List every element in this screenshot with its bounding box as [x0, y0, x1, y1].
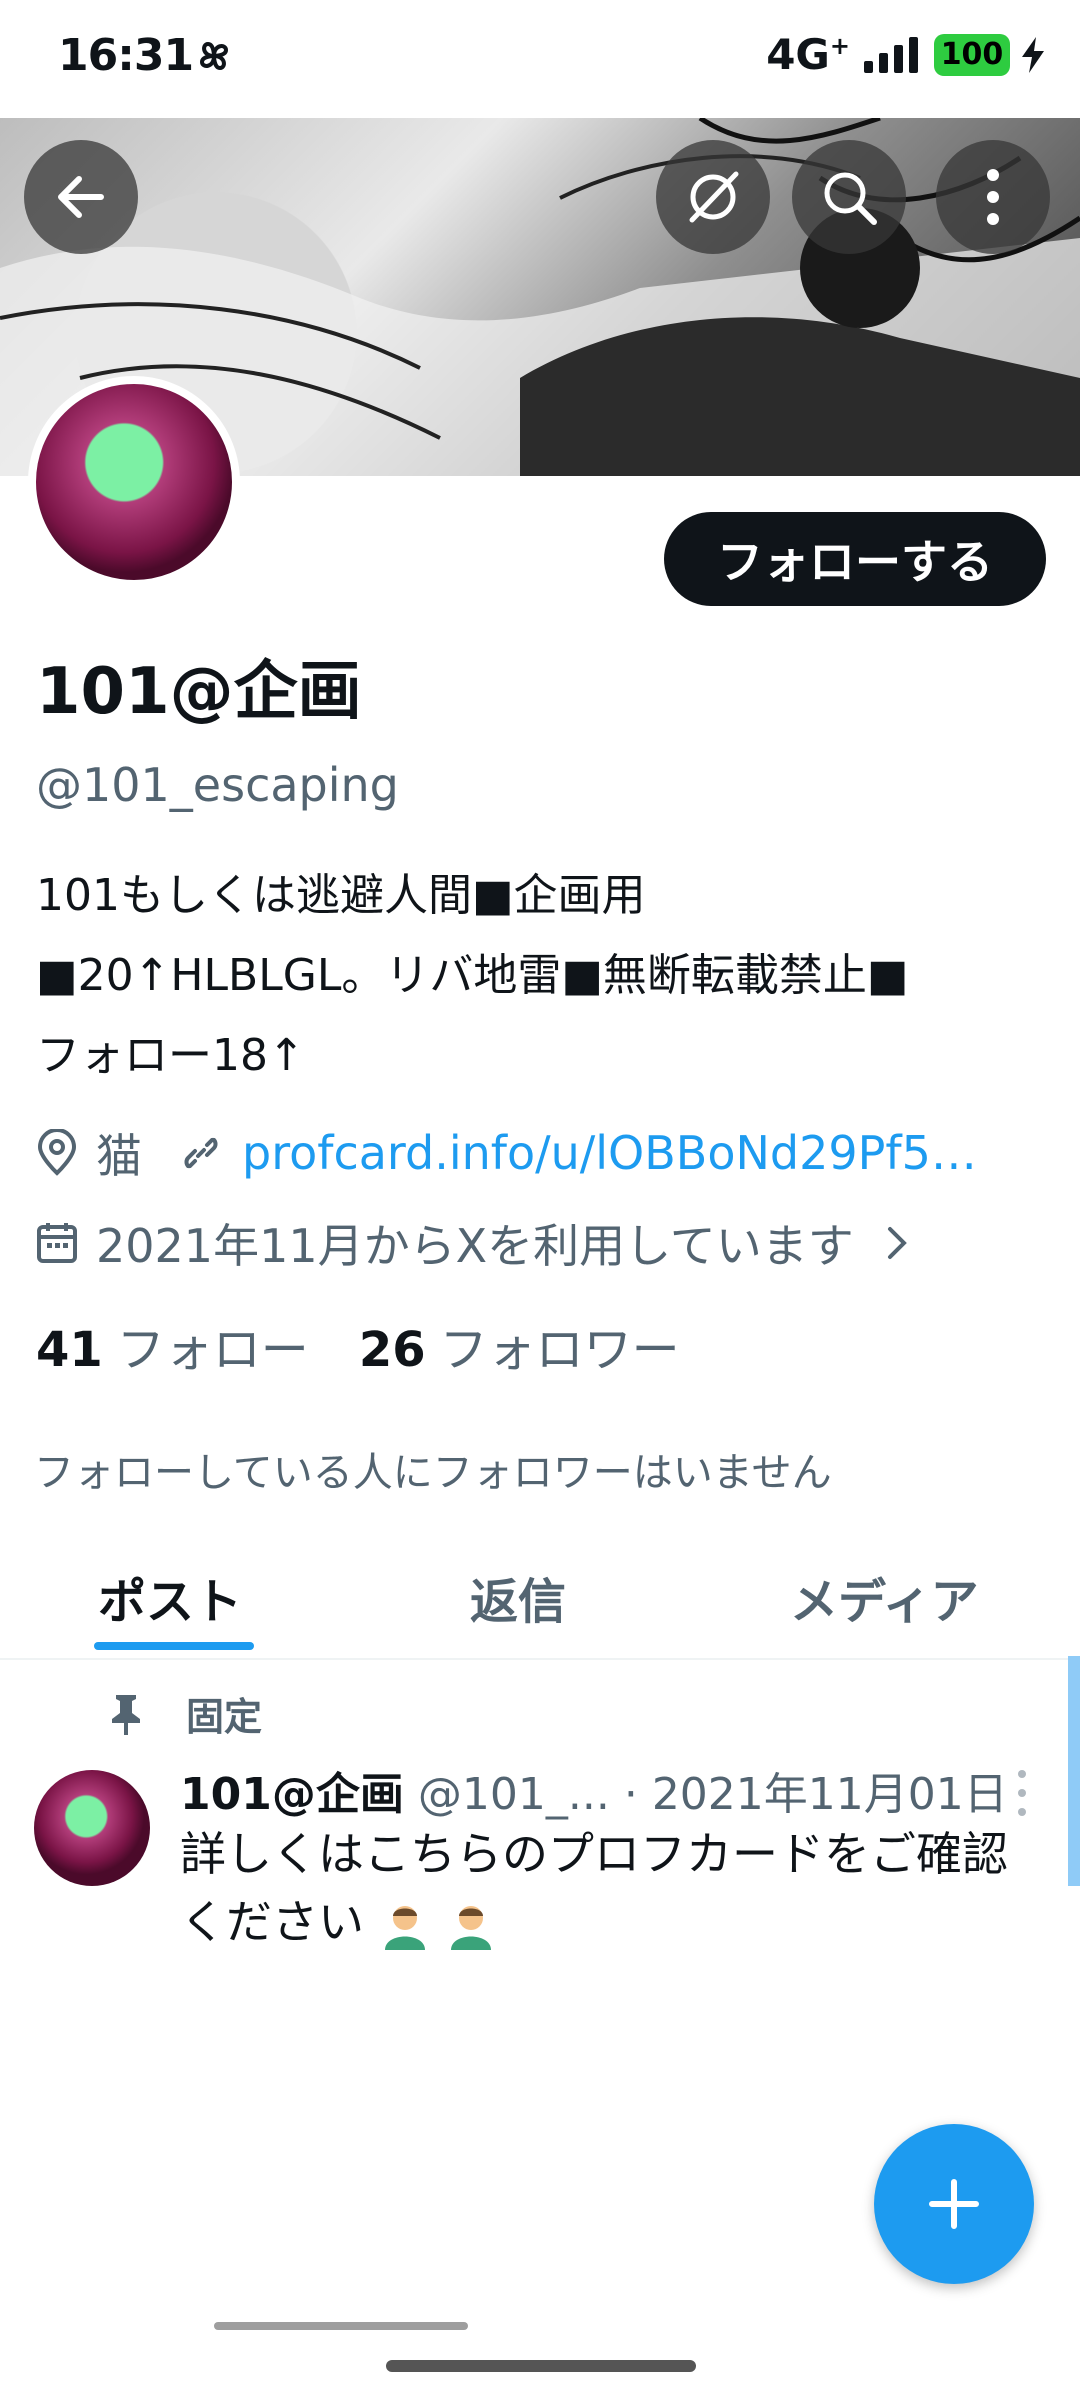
followers-you-know: フォローしている人にフォロワーはいません: [34, 1450, 832, 1496]
post-date: 2021年11月01日: [651, 1769, 1008, 1820]
search-button[interactable]: [792, 140, 906, 254]
tab-media[interactable]: メディア: [790, 1562, 979, 1632]
arrow-left-icon: [58, 176, 104, 218]
follow-button[interactable]: フォローする: [664, 512, 1046, 606]
calendar-icon: [37, 1223, 77, 1263]
tab-posts[interactable]: ポスト: [98, 1562, 242, 1632]
following-count-link[interactable]: 41 フォロー: [36, 1310, 309, 1380]
post-author-handle: @101_...: [417, 1769, 610, 1820]
chevron-right-icon: [887, 1227, 907, 1259]
post-header[interactable]: 101@企画 @101_... · 2021年11月01日: [180, 1758, 1008, 1822]
grok-button[interactable]: [656, 140, 770, 254]
person-bowing-emoji-icon: [384, 1905, 425, 1950]
scroll-hint-bar: [214, 2322, 468, 2330]
battery-indicator: 100: [934, 33, 1010, 76]
profile-tabs: ポスト 返信 メディア: [0, 1530, 1080, 1660]
link-icon: [184, 1137, 218, 1169]
profile-website-link[interactable]: profcard.info/u/lOBBoNd29Pf5…: [242, 1126, 977, 1180]
active-tab-indicator: [94, 1642, 254, 1650]
grok-icon: [689, 171, 739, 223]
pinned-indicator: 固定: [108, 1686, 262, 1741]
post-body[interactable]: 詳しくはこちらのプロフカードをご確認ください: [180, 1820, 1040, 1956]
status-bar: 16:31 4G+ 100: [0, 0, 1080, 118]
tab-replies[interactable]: 返信: [470, 1562, 566, 1632]
profile-display-name: 101@企画: [36, 655, 362, 729]
network-type: 4G+: [766, 30, 850, 79]
scrollbar-thumb[interactable]: [1068, 1656, 1080, 1886]
profile-location-link-row: 猫 profcard.info/u/lOBBoNd29Pf5…: [36, 1120, 977, 1186]
search-icon: [824, 172, 877, 225]
compose-fab-button[interactable]: [874, 2124, 1034, 2284]
signal-icon: [864, 36, 918, 73]
profile-location: 猫: [96, 1129, 142, 1183]
profile-joined-row[interactable]: 2021年11月からXを利用しています: [36, 1210, 930, 1276]
post-author-name: 101@企画: [180, 1769, 404, 1820]
person-bowing-emoji-icon-2: [451, 1905, 492, 1950]
status-time: 16:31: [58, 30, 194, 81]
pinwheel-icon: [199, 41, 229, 71]
charging-icon: [1022, 36, 1044, 73]
more-options-button[interactable]: [936, 140, 1050, 254]
profile-avatar[interactable]: [28, 376, 240, 588]
post-text: 詳しくはこちらのプロフカードをご確認ください: [180, 1827, 1008, 1949]
post-author-avatar[interactable]: [34, 1770, 150, 1886]
back-button[interactable]: [24, 140, 138, 254]
profile-handle: @101_escaping: [36, 758, 399, 812]
profile-joined-date: 2021年11月からXを利用しています: [96, 1219, 854, 1273]
plus-icon: [929, 2179, 979, 2229]
post-separator: ·: [623, 1769, 638, 1820]
followers-count-link[interactable]: 26 フォロワー: [359, 1310, 680, 1380]
pin-icon: [112, 1694, 140, 1735]
home-gesture-bar[interactable]: [386, 2360, 696, 2372]
more-vertical-icon: [987, 169, 999, 225]
post-more-icon[interactable]: [1010, 1768, 1034, 1818]
follow-counts: 41 フォロー 26 フォロワー: [36, 1310, 680, 1380]
location-pin-icon: [37, 1129, 77, 1176]
profile-bio: 101もしくは逃避人間■企画用 ■20↑HLBLGL。リバ地雷■無断転載禁止■ …: [36, 870, 909, 1081]
